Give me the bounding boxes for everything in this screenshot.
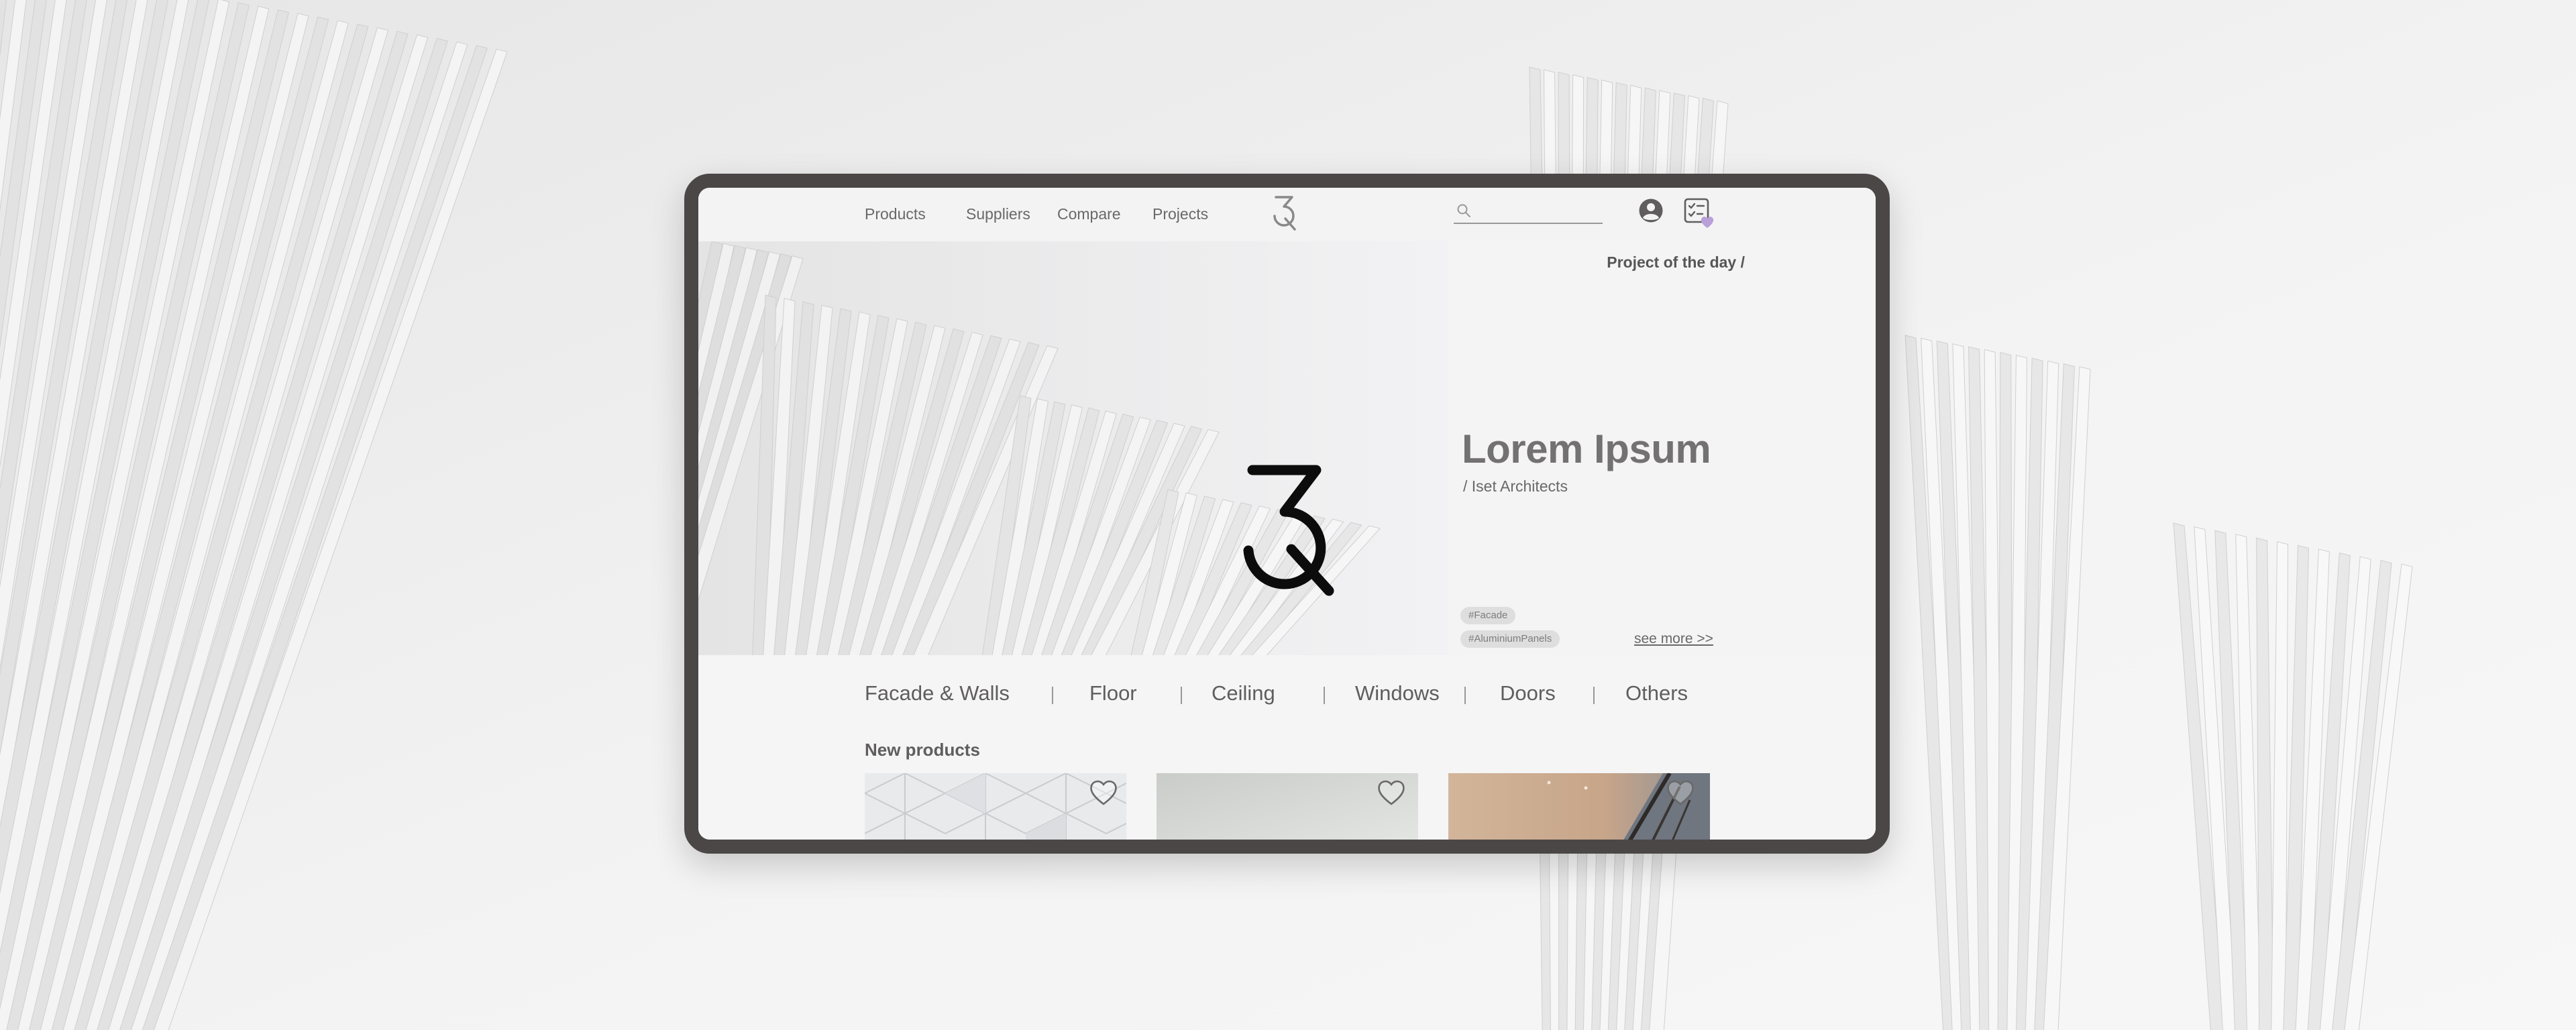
brand-logo-icon[interactable] xyxy=(1271,192,1300,235)
nav-link-compare[interactable]: Compare xyxy=(1057,205,1121,223)
category-doors[interactable]: Doors xyxy=(1500,681,1556,705)
product-card[interactable] xyxy=(1157,773,1418,840)
search-input[interactable] xyxy=(1475,201,1603,221)
compare-list-icon[interactable] xyxy=(1683,197,1715,229)
category-divider xyxy=(1181,687,1182,704)
laptop-frame: Products Suppliers Compare Projects Proj… xyxy=(684,174,1890,854)
category-ceiling[interactable]: Ceiling xyxy=(1212,681,1275,705)
product-card[interactable] xyxy=(1448,773,1710,840)
category-facade-walls[interactable]: Facade & Walls xyxy=(865,681,1010,705)
tag-aluminium-panels[interactable]: #AluminiumPanels xyxy=(1460,630,1560,648)
category-divider xyxy=(1324,687,1325,704)
heart-outline-icon[interactable] xyxy=(1664,777,1697,807)
hero-banner: Project of the day / Lorem Ipsum / Iset … xyxy=(698,241,1876,655)
see-more-link[interactable]: see more >> xyxy=(1634,631,1713,647)
user-circle-icon[interactable] xyxy=(1638,198,1664,223)
product-card[interactable] xyxy=(865,773,1126,840)
3q-logo-icon xyxy=(1243,465,1334,596)
new-products-heading: New products xyxy=(865,740,980,760)
heart-outline-icon[interactable] xyxy=(1375,777,1407,807)
category-divider xyxy=(1052,687,1053,704)
project-title[interactable]: Lorem Ipsum xyxy=(1462,426,1711,472)
category-bar: Facade & Walls Floor Ceiling Windows Doo… xyxy=(865,681,1713,708)
category-others[interactable]: Others xyxy=(1625,681,1688,705)
heart-outline-icon[interactable] xyxy=(1087,777,1120,807)
nav-link-projects[interactable]: Projects xyxy=(1152,205,1208,223)
search-icon[interactable] xyxy=(1456,203,1472,219)
tag-facade[interactable]: #Facade xyxy=(1460,607,1516,624)
nav-link-suppliers[interactable]: Suppliers xyxy=(966,205,1030,223)
website-screen: Products Suppliers Compare Projects Proj… xyxy=(698,188,1876,840)
project-of-the-day-label: Project of the day / xyxy=(1607,253,1745,271)
category-floor[interactable]: Floor xyxy=(1089,681,1137,705)
project-architect[interactable]: / Iset Architects xyxy=(1463,477,1568,496)
top-navbar: Products Suppliers Compare Projects xyxy=(698,188,1876,241)
category-windows[interactable]: Windows xyxy=(1355,681,1440,705)
category-divider xyxy=(1593,687,1595,704)
category-divider xyxy=(1464,687,1466,704)
search-bar xyxy=(1454,200,1603,224)
nav-link-products[interactable]: Products xyxy=(865,205,926,223)
